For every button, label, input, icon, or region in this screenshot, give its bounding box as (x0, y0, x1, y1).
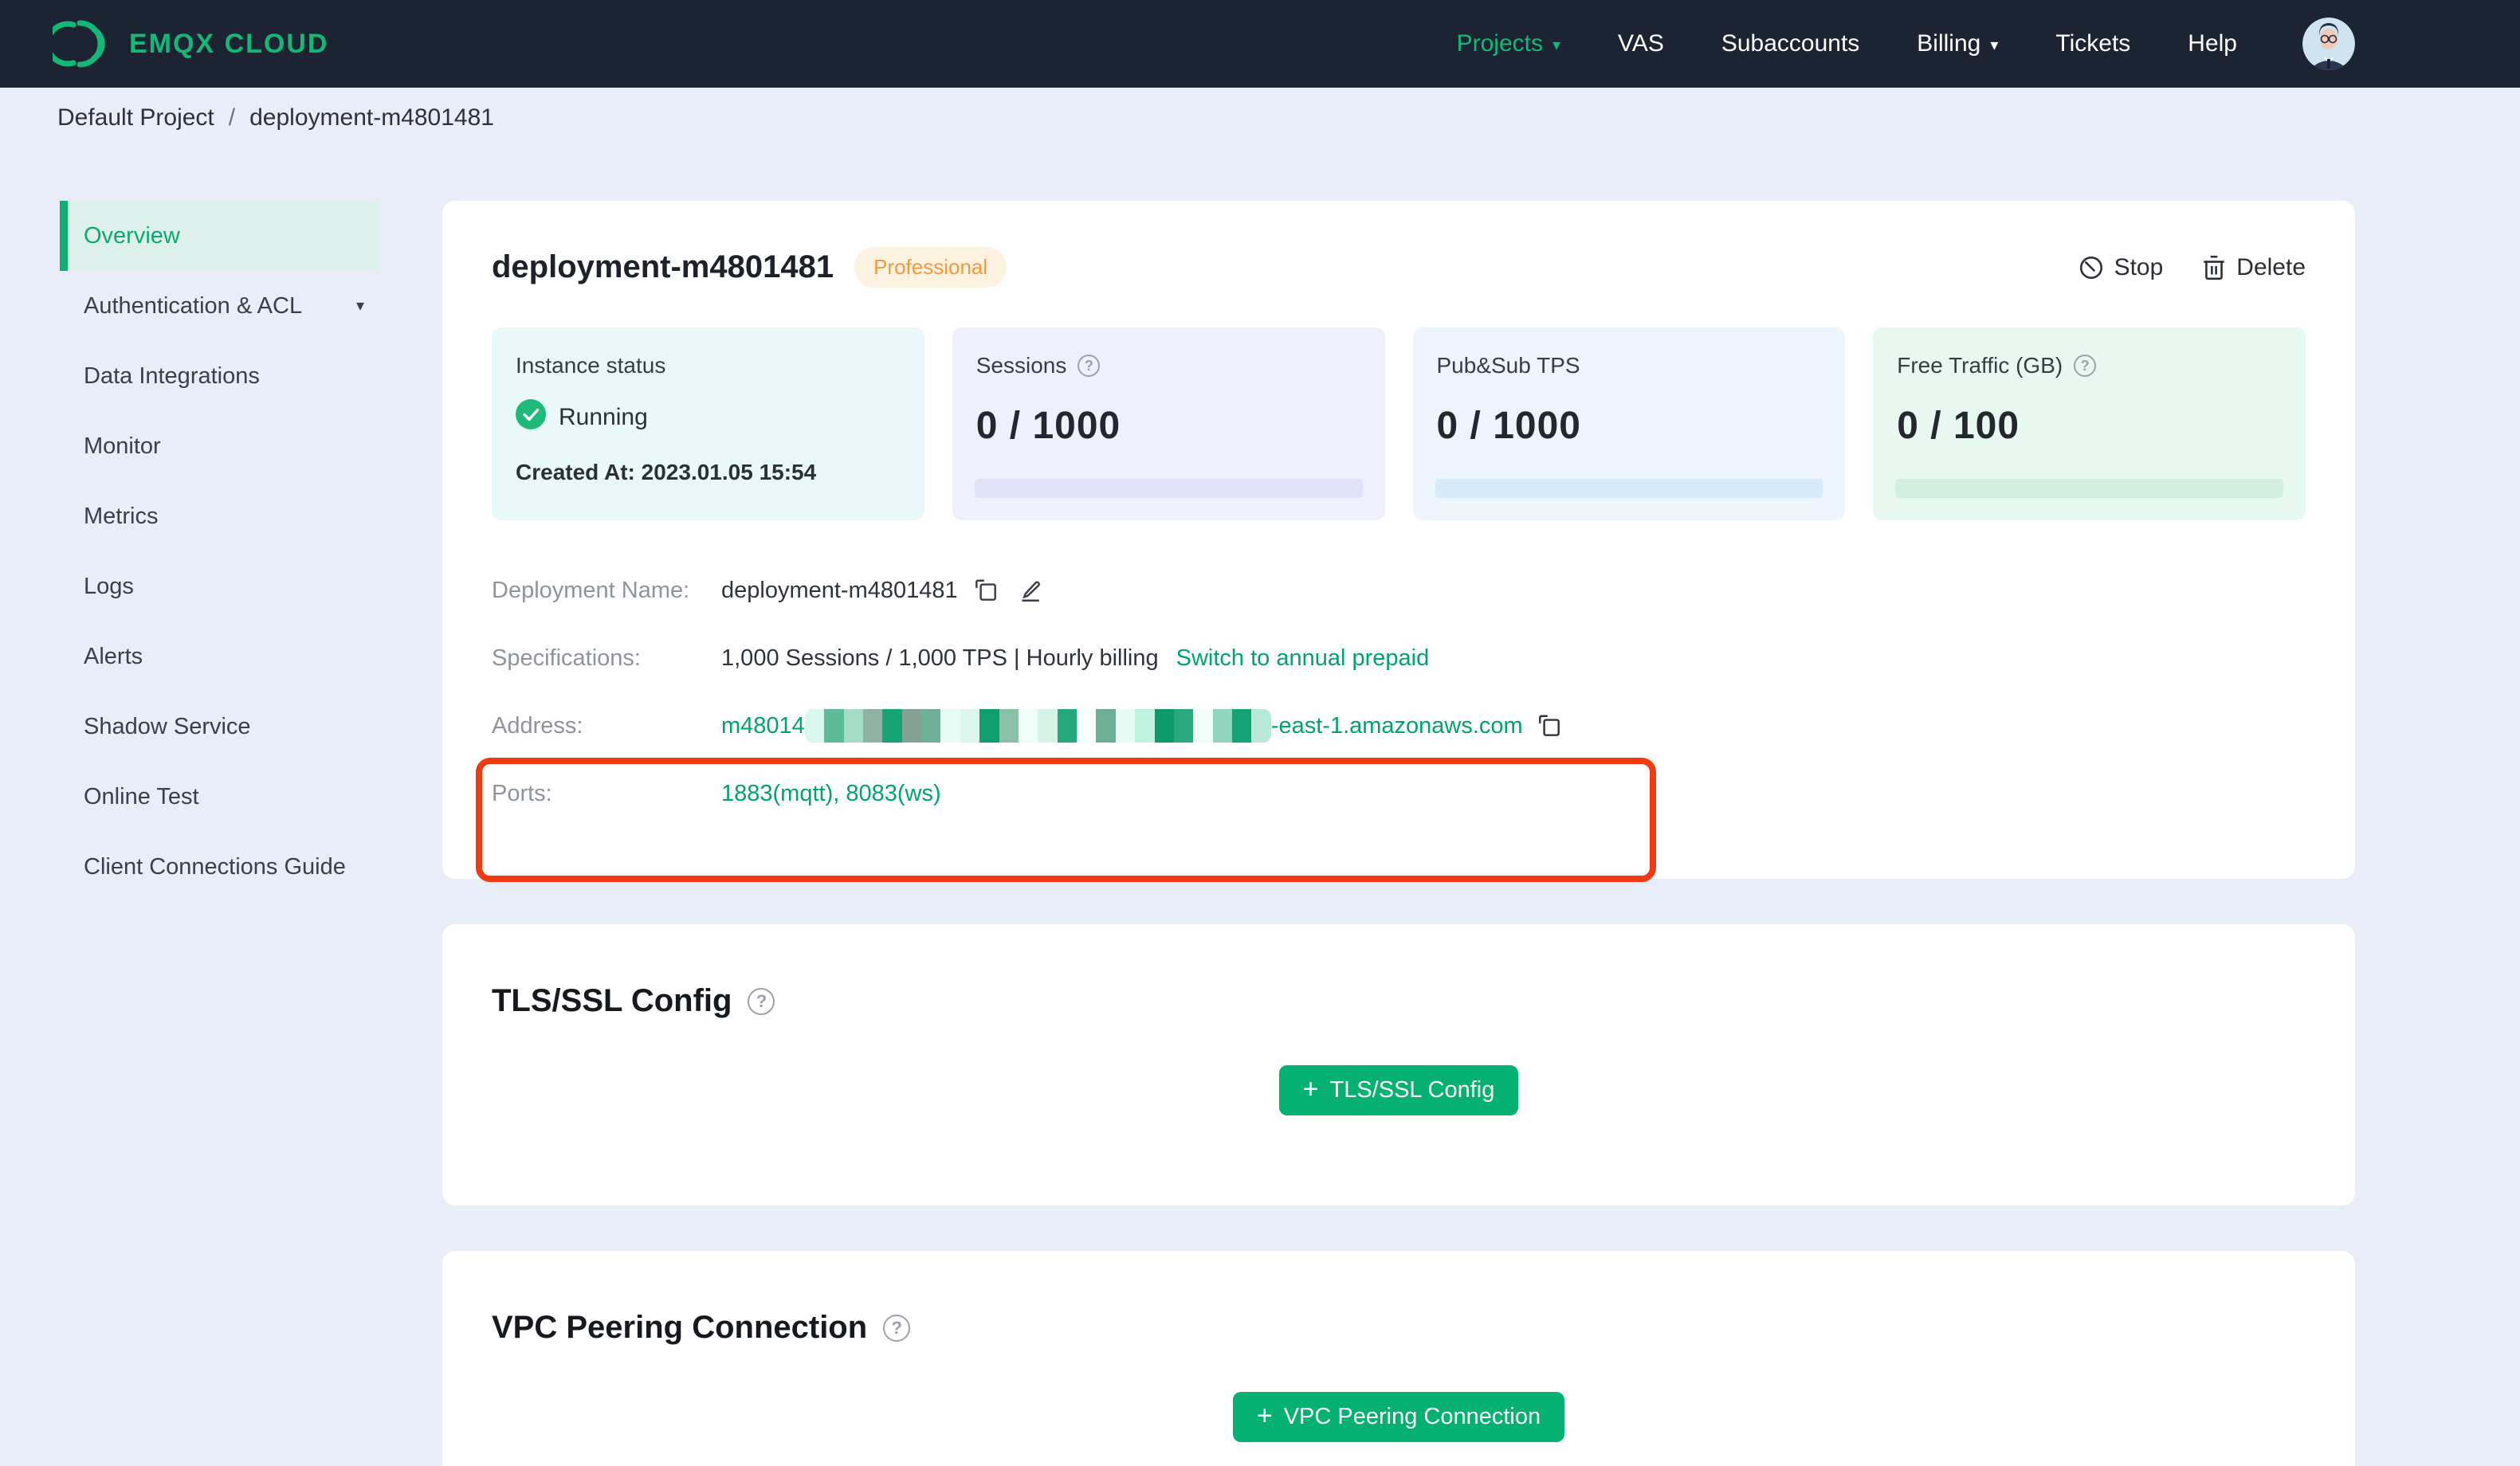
tls-section-title: TLS/SSL Config (492, 983, 732, 1018)
sessions-value: 0 / 1000 (975, 405, 1121, 447)
tps-value: 0 / 1000 (1436, 405, 1581, 447)
deployment-card: deployment-m4801481 Professional Stop De… (442, 201, 2355, 882)
caret-down-icon: ▾ (1552, 37, 1561, 54)
sidebar: Overview Authentication & ACL ▾ Data Int… (60, 201, 379, 902)
caret-down-icon: ▾ (355, 297, 364, 315)
created-at-text: Created At: 2023.01.05 15:54 (516, 460, 817, 484)
address-prefix: m48014 (721, 712, 805, 739)
check-circle-icon (516, 399, 546, 436)
breadcrumb-current: deployment-m4801481 (249, 104, 494, 131)
status-text: Running (559, 404, 648, 430)
sidebar-item-metrics[interactable]: Metrics (60, 481, 379, 551)
specifications-row: Specifications: 1,000 Sessions / 1,000 T… (492, 639, 2306, 677)
nav-item-billing[interactable]: Billing ▾ (1917, 30, 1998, 57)
stat-card-instance-status: Instance status Running Created At: 2023… (492, 327, 924, 520)
breadcrumb-separator: / (228, 104, 236, 131)
plus-icon: + (1302, 1073, 1319, 1104)
delete-button[interactable]: Delete (2201, 254, 2306, 281)
deployment-name-row: Deployment Name: deployment-m4801481 (492, 571, 2306, 610)
help-icon[interactable]: ? (1077, 355, 1101, 377)
trash-icon (2201, 254, 2227, 281)
plan-badge: Professional (854, 247, 1007, 288)
sidebar-item-authentication-acl[interactable]: Authentication & ACL ▾ (60, 271, 379, 341)
copy-icon[interactable] (972, 577, 999, 604)
specifications-value: 1,000 Sessions / 1,000 TPS | Hourly bill… (721, 645, 1159, 671)
stat-card-pubsub-tps: Pub&Sub TPS 0 / 1000 (1412, 327, 1846, 520)
ports-value: 1883(mqtt), 8083(ws) (721, 780, 941, 806)
nav-item-vas[interactable]: VAS (1618, 30, 1664, 57)
add-vpc-peering-button[interactable]: + VPC Peering Connection (1232, 1392, 1565, 1442)
plus-icon: + (1256, 1400, 1273, 1431)
vpc-peering-card: VPC Peering Connection ? + VPC Peering C… (442, 1251, 2355, 1466)
sidebar-item-logs[interactable]: Logs (60, 551, 379, 621)
deployment-name-value: deployment-m4801481 (721, 577, 958, 603)
sessions-progress-track (974, 479, 1363, 498)
sidebar-item-online-test[interactable]: Online Test (60, 762, 379, 832)
help-icon[interactable]: ? (883, 1314, 911, 1342)
stat-card-free-traffic: Free Traffic (GB) ? 0 / 100 (1873, 327, 2306, 520)
breadcrumb-project[interactable]: Default Project (57, 104, 214, 131)
user-avatar[interactable] (2302, 18, 2355, 70)
address-suffix: -east-1.amazonaws.com (1270, 712, 1523, 739)
page-title: deployment-m4801481 (492, 249, 834, 284)
sidebar-item-client-connections-guide[interactable]: Client Connections Guide (60, 832, 379, 902)
traffic-progress-track (1895, 479, 2283, 498)
deployment-name-label: Deployment Name: (492, 577, 690, 603)
nav-item-projects[interactable]: Projects ▾ (1457, 30, 1560, 57)
sidebar-item-alerts[interactable]: Alerts (60, 621, 379, 692)
traffic-value: 0 / 100 (1897, 405, 2020, 447)
breadcrumb: Default Project / deployment-m4801481 (0, 88, 2520, 148)
help-icon[interactable]: ? (2074, 355, 2097, 377)
nav-item-help[interactable]: Help (2188, 30, 2237, 57)
address-label: Address: (492, 712, 583, 739)
sidebar-item-overview[interactable]: Overview (60, 201, 379, 271)
tps-progress-track (1435, 479, 1823, 498)
ban-icon (2078, 254, 2105, 281)
nav-item-tickets[interactable]: Tickets (2055, 30, 2130, 57)
nav-item-subaccounts[interactable]: Subaccounts (1721, 30, 1859, 57)
address-row: Address: m48014 -east-1.amazonaws.com (492, 707, 2306, 745)
tls-ssl-card: TLS/SSL Config ? + TLS/SSL Config (442, 924, 2355, 1205)
add-tls-config-button[interactable]: + TLS/SSL Config (1278, 1065, 1519, 1115)
edit-icon[interactable] (1015, 577, 1042, 604)
copy-icon[interactable] (1536, 712, 1563, 739)
help-icon[interactable]: ? (748, 987, 775, 1015)
top-navbar: EMQX CLOUD Projects ▾ VAS Subaccounts Bi… (0, 0, 2520, 88)
ports-label: Ports: (492, 780, 552, 806)
nav-menu: Projects ▾ VAS Subaccounts Billing ▾ Tic… (1457, 18, 2355, 70)
brand-text: EMQX CLOUD (129, 28, 329, 59)
specifications-label: Specifications: (492, 645, 641, 671)
sidebar-item-monitor[interactable]: Monitor (60, 411, 379, 481)
stop-button[interactable]: Stop (2078, 254, 2163, 281)
emqx-logo-icon (53, 18, 113, 69)
sidebar-item-data-integrations[interactable]: Data Integrations (60, 341, 379, 411)
sidebar-item-shadow-service[interactable]: Shadow Service (60, 692, 379, 762)
address-redacted-mosaic (804, 709, 1271, 743)
brand[interactable]: EMQX CLOUD (53, 18, 328, 69)
vpc-section-title: VPC Peering Connection (492, 1310, 868, 1345)
main-content: deployment-m4801481 Professional Stop De… (442, 201, 2355, 1466)
stats-row: Instance status Running Created At: 2023… (492, 327, 2306, 520)
stat-card-sessions: Sessions ? 0 / 1000 (952, 327, 1385, 520)
ports-row: Ports: 1883(mqtt), 8083(ws) (492, 774, 2306, 813)
deployment-details: Deployment Name: deployment-m4801481 Spe… (476, 571, 2306, 882)
switch-annual-prepaid-link[interactable]: Switch to annual prepaid (1176, 645, 1430, 672)
caret-down-icon: ▾ (1990, 37, 1999, 54)
